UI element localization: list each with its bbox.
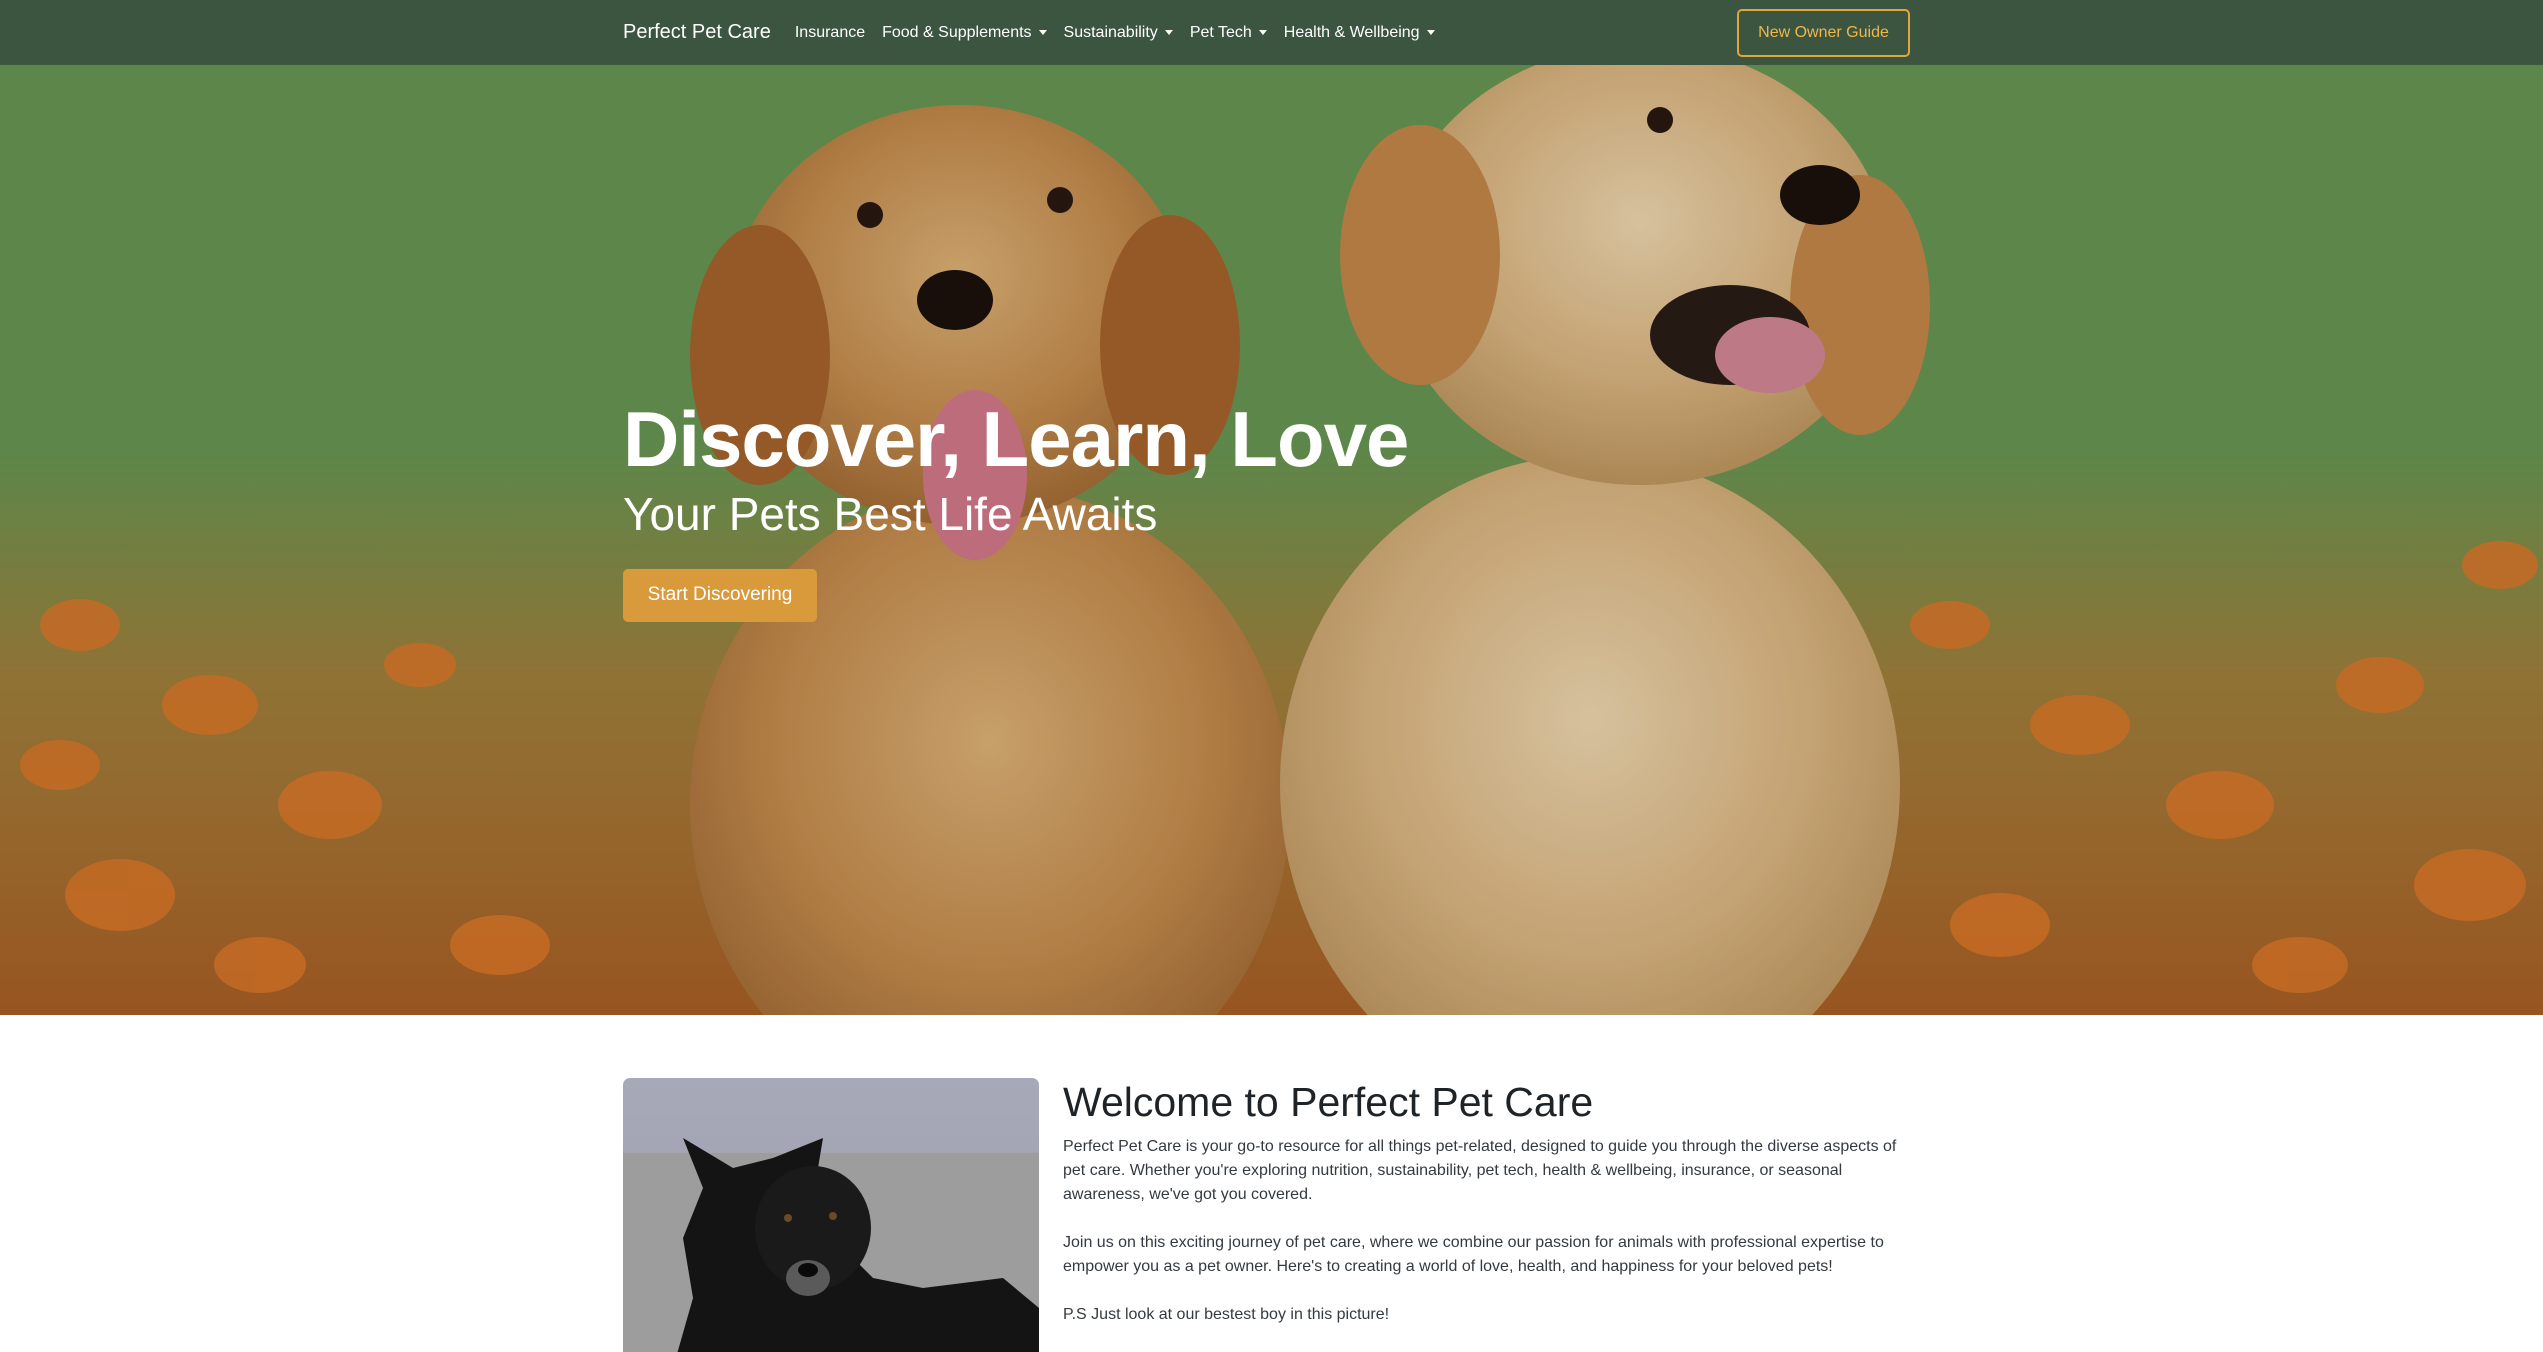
new-owner-guide-button[interactable]: New Owner Guide xyxy=(1737,9,1910,57)
nav-item-health-wellbeing[interactable]: Health & Wellbeing xyxy=(1284,24,1435,42)
nav-item-pet-tech[interactable]: Pet Tech xyxy=(1190,24,1267,42)
hero-text: Discover, Learn, Love Your Pets Best Lif… xyxy=(623,395,1409,622)
nav-item-label: Food & Supplements xyxy=(882,23,1032,41)
caret-down-icon xyxy=(1164,30,1173,35)
brand-link[interactable]: Perfect Pet Care xyxy=(623,21,771,44)
welcome-heading: Welcome to Perfect Pet Care xyxy=(1063,1079,1594,1125)
welcome-paragraph-2: Join us on this exciting journey of pet … xyxy=(1063,1234,1884,1276)
nav-item-label: Health & Wellbeing xyxy=(1283,23,1420,41)
start-discovering-button[interactable]: Start Discovering xyxy=(623,568,817,622)
navbar: Perfect Pet Care Insurance Food & Supple… xyxy=(0,0,2543,65)
navbar-container: Perfect Pet Care Insurance Food & Supple… xyxy=(623,0,1910,65)
nav-item-label: Insurance xyxy=(794,23,866,41)
nav-item-label: Sustainability xyxy=(1063,23,1158,41)
hero-title: Discover, Learn, Love xyxy=(623,395,1409,483)
nav-item-food-supplements[interactable]: Food & Supplements xyxy=(882,23,1047,42)
welcome-paragraph-1: Perfect Pet Care is your go-to resource … xyxy=(1063,1138,1897,1204)
welcome-section: Welcome to Perfect Pet Care Perfect Pet … xyxy=(1063,1078,1913,1351)
nav-item-label: Pet Tech xyxy=(1189,23,1252,41)
black-dog-photo xyxy=(623,1078,1039,1352)
caret-down-icon xyxy=(1038,30,1047,35)
caret-down-icon xyxy=(1426,30,1435,35)
nav-item-sustainability[interactable]: Sustainability xyxy=(1064,24,1173,42)
caret-down-icon xyxy=(1258,30,1267,35)
hero-subtitle: Your Pets Best Life Awaits xyxy=(623,487,1158,540)
hero-section: Discover, Learn, Love Your Pets Best Lif… xyxy=(0,65,2543,1015)
welcome-paragraph-3: P.S Just look at our bestest boy in this… xyxy=(1063,1306,1390,1324)
nav-item-insurance[interactable]: Insurance xyxy=(795,24,865,42)
